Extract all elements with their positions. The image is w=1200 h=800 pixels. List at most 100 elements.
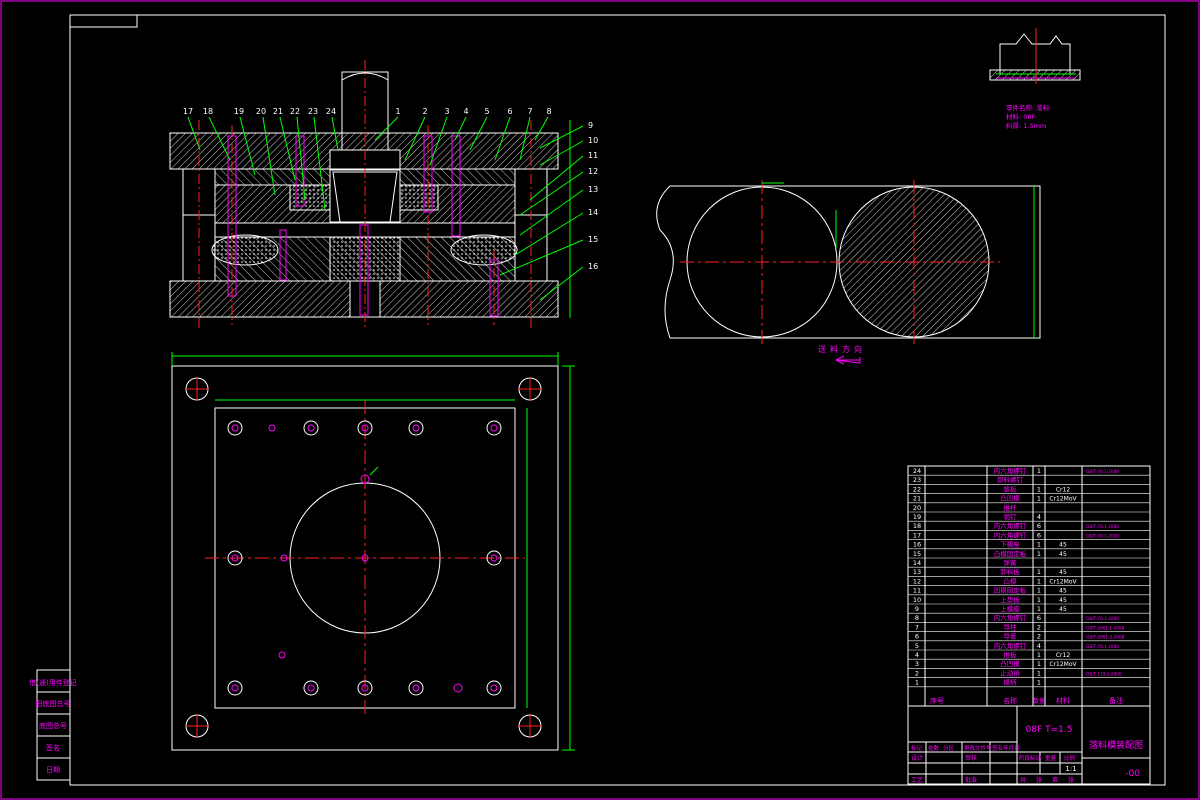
bom-cell-note: GB/T 2861.1-2008	[1086, 625, 1125, 630]
left-strip-3: 底图总号	[39, 721, 67, 730]
bom-cell-no: 15	[913, 550, 921, 558]
cad-drawing: 借(通)用件登记 旧底图总号 底图总号 签名 日期 17 18 19 20 21…	[0, 0, 1200, 800]
label-11: 11	[588, 151, 598, 160]
material-thickness: 08F T=1.5	[1026, 725, 1073, 735]
bom-cell-no: 23	[913, 476, 921, 484]
label-15: 15	[588, 235, 598, 244]
rev-date: 年月日	[1003, 744, 1020, 752]
label-1: 1	[395, 107, 400, 116]
bom-cell-qty: 1	[1037, 651, 1041, 659]
bom-header-note: 备注	[1109, 696, 1123, 705]
part-note-2: 材料: 08F	[1006, 112, 1036, 121]
role-design: 设计	[911, 754, 923, 762]
bom-cell-name: 卸料板	[1000, 567, 1020, 576]
rev-count: 处数	[928, 744, 940, 752]
bom-cell-no: 5	[915, 642, 919, 650]
bom-cell-name: 上垫板	[1000, 595, 1020, 604]
bom-cell-qty: 1	[1037, 541, 1041, 549]
bom-cell-no: 1	[915, 679, 919, 687]
bom-cell-qty: 1	[1037, 596, 1041, 604]
bom-cell-name: 推杆	[1004, 503, 1018, 512]
bom-cell-qty: 1	[1037, 467, 1041, 475]
label-14: 14	[588, 208, 598, 217]
label-2: 2	[422, 107, 427, 116]
label-7: 7	[527, 107, 532, 116]
bom-cell-qty: 1	[1037, 550, 1041, 558]
bom-cell-name: 下模座	[1000, 540, 1020, 549]
bom-cell-material: Cr12MoV	[1049, 661, 1077, 668]
bom-cell-no: 10	[913, 596, 921, 604]
label-24: 24	[326, 107, 336, 116]
bom-cell-material: 45	[1059, 569, 1067, 576]
bom-cell-note: GB/T 70.1-2000	[1086, 533, 1119, 538]
bom-cell-qty: 6	[1037, 531, 1041, 539]
label-10: 10	[588, 136, 598, 145]
label-4: 4	[463, 107, 468, 116]
bom-cell-name: 导柱	[1004, 622, 1018, 631]
bom-header-no: 序号	[930, 696, 944, 705]
drawing-name: 落料模装配图	[1089, 739, 1143, 751]
bom-cell-qty: 1	[1037, 669, 1041, 677]
bom-cell-note: GB/T 70.1-2000	[1086, 524, 1119, 529]
bom-cell-no: 24	[913, 467, 921, 475]
bom-cell-name: 销钉	[1004, 512, 1018, 521]
bom-cell-qty: 4	[1037, 513, 1041, 521]
bom-cell-qty: 1	[1037, 568, 1041, 576]
bom-cell-no: 19	[913, 513, 921, 521]
drawing-sheet: 借(通)用件登记 旧底图总号 底图总号 签名 日期 17 18 19 20 21…	[0, 0, 1200, 800]
rev-zone: 分区	[943, 744, 955, 752]
rev-file: 更改文件号	[964, 744, 992, 752]
bom-cell-name: 卸料螺钉	[997, 475, 1024, 484]
bom-cell-material: 45	[1059, 551, 1067, 558]
bom-cell-material: 45	[1059, 588, 1067, 595]
role-approve: 批准	[965, 776, 977, 784]
sheet-total: 共	[1020, 776, 1026, 784]
bom-cell-name: 凸模固定板	[994, 549, 1027, 558]
rev-sign: 签名	[992, 744, 1003, 752]
stage-scale: 比例	[1064, 754, 1076, 762]
bom-cell-material: Cr12MoV	[1049, 578, 1077, 585]
bom-cell-no: 20	[913, 504, 921, 512]
bom-cell-name: 弹簧	[1004, 558, 1018, 567]
role-review: 审核	[965, 754, 977, 762]
bom-cell-name: 推板	[1004, 650, 1018, 659]
bom-cell-name: 内六角螺钉	[994, 530, 1027, 539]
bom-cell-no: 21	[913, 495, 921, 503]
sheet-index-unit: 张	[1068, 776, 1074, 784]
bom-cell-name: 凸凹模	[1000, 659, 1020, 668]
bom-cell-no: 12	[913, 577, 921, 585]
plan-view	[171, 352, 575, 751]
left-strip-5: 日期	[46, 766, 60, 774]
label-6: 6	[507, 107, 512, 116]
bom-cell-qty: 2	[1037, 623, 1041, 631]
bom-cell-name: 内六角螺钉	[994, 466, 1027, 475]
bom-cell-no: 16	[913, 541, 921, 549]
label-16: 16	[588, 262, 598, 271]
label-22: 22	[290, 107, 300, 116]
bom-cell-qty: 1	[1037, 605, 1041, 613]
bom-cell-material: Cr12	[1056, 652, 1070, 659]
bom-cell-qty: 6	[1037, 522, 1041, 530]
left-strip-1: 借(通)用件登记	[29, 678, 76, 687]
label-9: 9	[588, 121, 593, 130]
left-strip-2: 旧底图总号	[36, 699, 71, 708]
label-19: 19	[234, 107, 244, 116]
label-5: 5	[484, 107, 489, 116]
bom-cell-note: GB/T 70.1-2000	[1086, 616, 1119, 621]
label-20: 20	[256, 107, 266, 116]
bom-cell-qty: 1	[1037, 485, 1041, 493]
feed-direction: 送料方向	[818, 344, 866, 354]
bom-cell-no: 9	[915, 605, 919, 613]
sheet-total-unit: 张	[1036, 776, 1042, 784]
bom-cell-name: 模柄	[1004, 678, 1018, 687]
label-8: 8	[546, 107, 551, 116]
bom-cell-no: 13	[913, 568, 921, 576]
bom-cell-note: GB/T 70.1-2000	[1086, 644, 1119, 649]
bom-cell-name: 内六角螺钉	[994, 613, 1027, 622]
bom-cell-qty: 4	[1037, 642, 1041, 650]
bom-cell-no: 8	[915, 614, 919, 622]
bom-cell-name: 导套	[1004, 632, 1018, 641]
scale: 1:1	[1065, 765, 1076, 773]
part-sketch: 零件名称: 落料 材料: 08F 料厚: 1.5mm	[989, 28, 1081, 130]
bom-cell-no: 6	[915, 633, 919, 641]
